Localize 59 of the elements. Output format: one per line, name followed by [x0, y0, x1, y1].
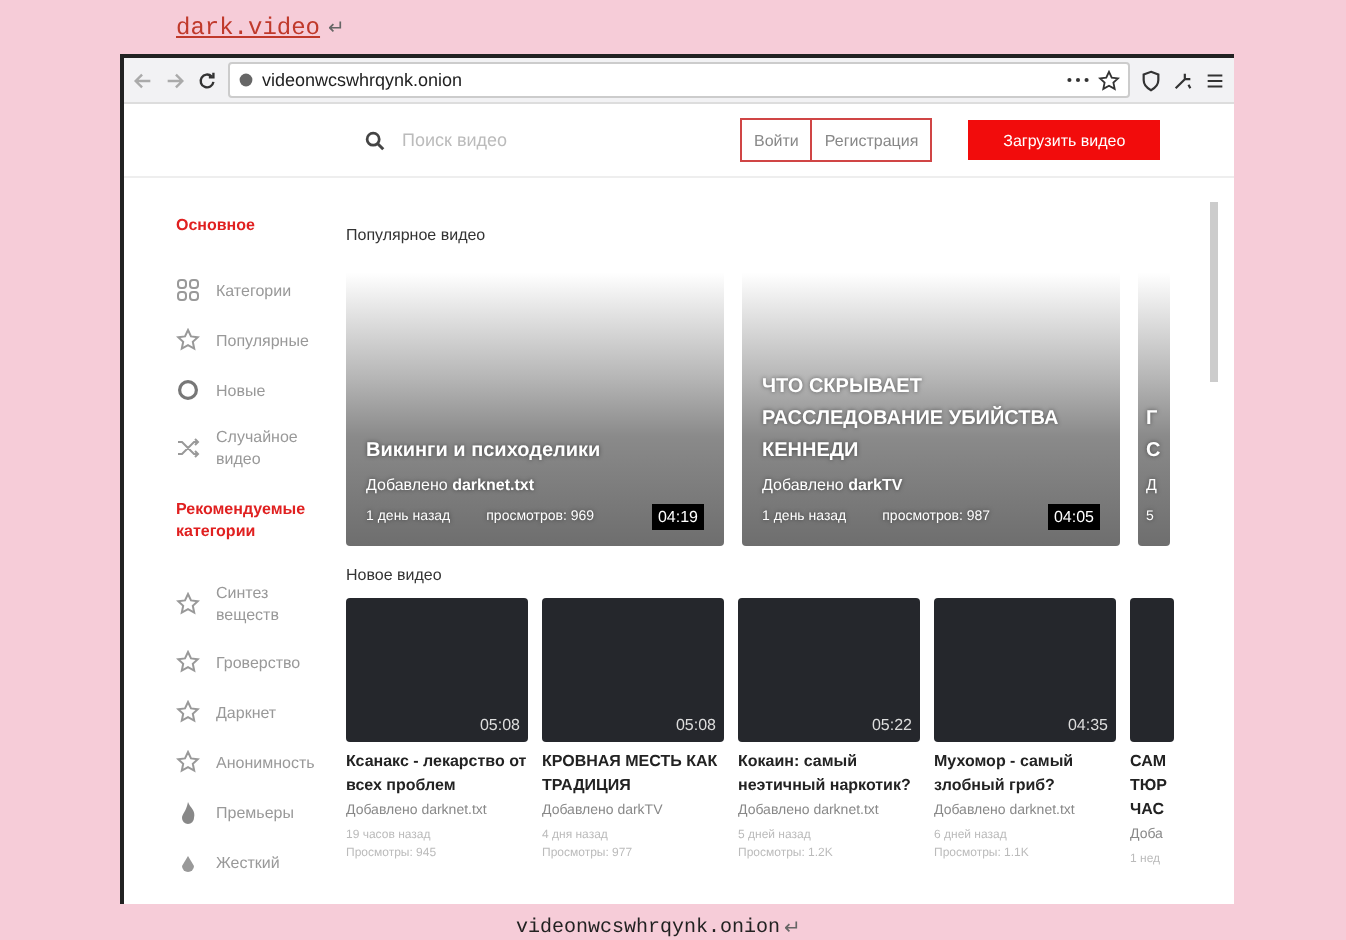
reload-icon[interactable]	[196, 69, 218, 91]
section-title: Популярное видео	[346, 226, 488, 244]
video-title[interactable]: САМ ТЮР ЧАС	[1130, 750, 1174, 822]
paragraph-mark: ↵	[328, 15, 345, 39]
video-title[interactable]: Мухомор - самый злобный гриб?	[934, 750, 1116, 798]
shuffle-icon	[176, 436, 200, 460]
star-icon	[176, 700, 200, 724]
star-icon	[176, 328, 200, 352]
sidebar-item[interactable]: Случайное видео	[216, 426, 312, 470]
video-thumbnail[interactable]: 05:08	[542, 598, 724, 742]
video-title: ЧТО СКРЫВАЕТ РАССЛЕДОВАНИЕ УБИЙСТВА КЕННЕДИ	[762, 374, 1061, 466]
video-author: Д	[1146, 476, 1159, 494]
star-icon	[176, 592, 200, 616]
star-icon	[176, 750, 200, 774]
sidebar-item[interactable]: Анонимность	[216, 751, 312, 773]
scrollbar-thumb[interactable]	[1210, 202, 1218, 382]
sidebar-item[interactable]: Премьеры	[216, 801, 312, 823]
sidebar-item[interactable]: Гроверство	[216, 651, 312, 673]
circle-icon	[176, 378, 200, 402]
video-author: Добавлено darkTV	[762, 476, 905, 494]
sidebar-item[interactable]: Даркнет	[216, 701, 312, 723]
video-thumbnail[interactable]: 04:35	[934, 598, 1116, 742]
paragraph-mark: ↵	[784, 916, 801, 940]
star-icon	[176, 650, 200, 674]
duration-label: 05:22	[871, 716, 912, 734]
document-caption: videonwcswhrqynk.onion	[516, 918, 781, 940]
video-title: Викинги и психоделики	[366, 438, 603, 466]
document-heading: dark.video	[176, 13, 321, 41]
sidebar-item[interactable]: Популярные	[216, 329, 312, 351]
duration-badge: 04:19	[651, 504, 704, 530]
sidebar-heading: Рекомендуемые категории	[176, 498, 308, 542]
duration-label: 04:35	[1067, 716, 1108, 734]
address-bar[interactable]: videonwcswhrqynk.onion	[228, 62, 1130, 98]
search-icon	[364, 129, 386, 151]
sidebar-item[interactable]: Категории	[216, 279, 312, 301]
video-thumbnail[interactable]	[1130, 598, 1174, 742]
duration-label: 05:08	[675, 716, 716, 734]
video-author: Добавлено darknet.txt	[366, 476, 536, 494]
sidebar-heading: Основное	[176, 214, 257, 236]
duration-label: 05:08	[479, 716, 520, 734]
grid-icon	[176, 278, 200, 302]
bookmark-star-icon[interactable]	[1098, 69, 1120, 91]
sidebar-item[interactable]: Синтез веществ	[216, 582, 312, 626]
sidebar-item[interactable]: Жесткий	[216, 851, 312, 873]
menu-icon[interactable]	[1204, 69, 1226, 91]
video-title[interactable]: Кокаин: самый неэтичный наркотик?	[738, 750, 920, 798]
video-title[interactable]: КРОВНАЯ МЕСТЬ КАК ТРАДИЦИЯ	[542, 750, 724, 798]
fire-icon	[176, 800, 200, 824]
video-thumbnail[interactable]: 05:22	[738, 598, 920, 742]
video-thumbnail[interactable]: 05:08	[346, 598, 528, 742]
upload-button[interactable]: Загрузить видео	[968, 120, 1161, 160]
shield-icon[interactable]	[1140, 69, 1162, 91]
video-title: Г С	[1146, 406, 1163, 466]
video-title[interactable]: Ксанакс - лекарство от всех проблем	[346, 750, 528, 798]
more-icon[interactable]	[1066, 76, 1090, 84]
duration-badge: 04:05	[1047, 504, 1100, 530]
site-icon	[238, 72, 254, 88]
section-title: Новое видео	[346, 566, 444, 584]
sidebar-item[interactable]: Новые	[216, 379, 312, 401]
